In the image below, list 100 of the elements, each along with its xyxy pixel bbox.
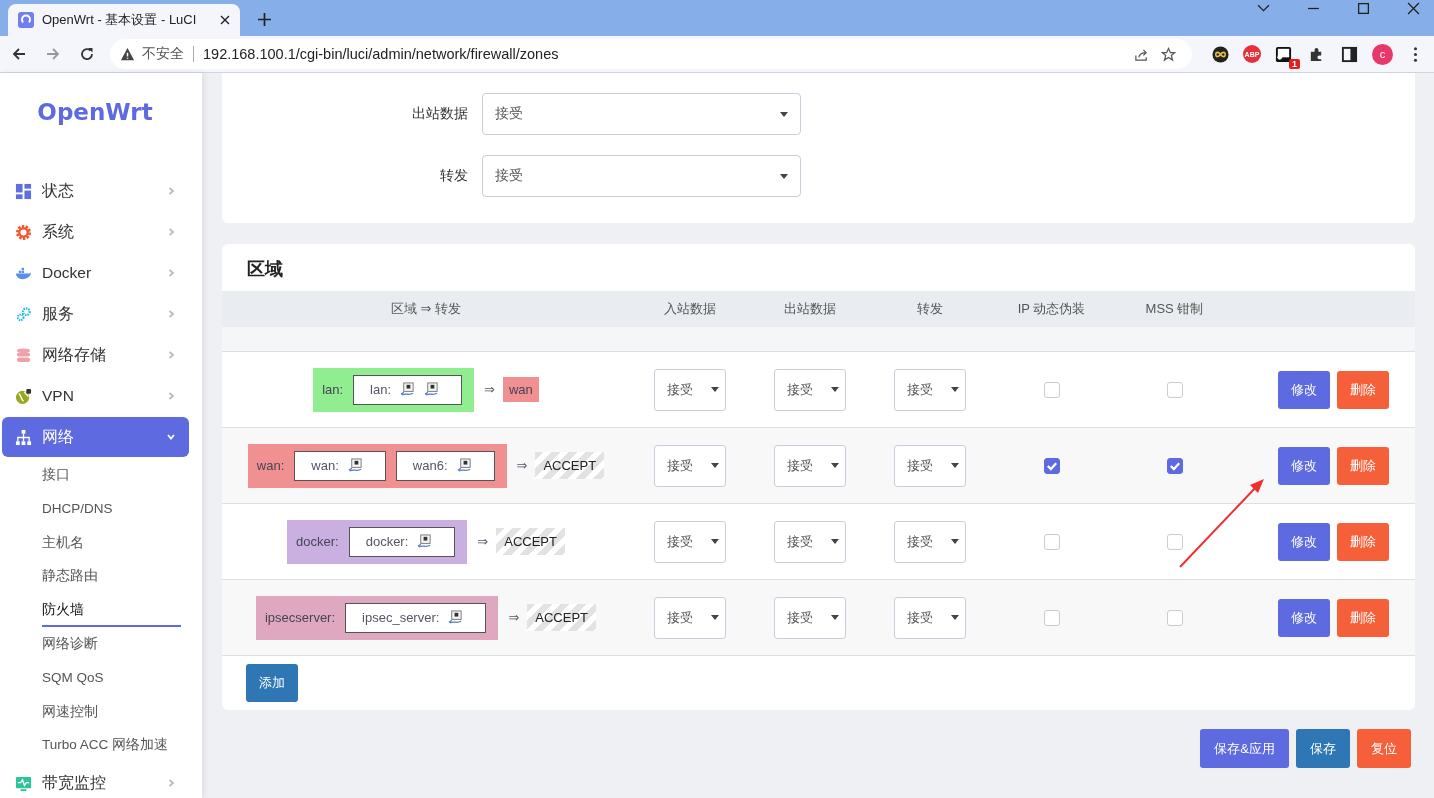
mss-clamping-checkbox[interactable]: [1166, 457, 1183, 474]
app-icon: [18, 12, 34, 28]
chevron-down-icon: [166, 432, 176, 442]
output-dropdown[interactable]: 接受: [774, 368, 846, 411]
output-dropdown[interactable]: 接受: [774, 444, 846, 487]
nav-item[interactable]: 网络: [2, 417, 189, 457]
forward-policy: ACCEPT: [527, 604, 596, 631]
star-icon[interactable]: [1161, 46, 1176, 62]
submenu-item[interactable]: 接口: [42, 458, 181, 492]
profile-avatar[interactable]: c: [1372, 43, 1393, 65]
ethernet-port-icon: [448, 610, 464, 625]
chevron-right-icon: [166, 350, 176, 360]
forward-dropdown[interactable]: 接受: [894, 520, 966, 563]
dashboard-icon: [15, 182, 32, 200]
input-dropdown[interactable]: 接受: [654, 368, 726, 411]
output-dropdown[interactable]: 接受: [774, 520, 846, 563]
section-title: 区域: [246, 258, 284, 281]
input-dropdown[interactable]: 接受: [654, 596, 726, 639]
forward-policy: ACCEPT: [535, 452, 605, 479]
gears-icon: [15, 305, 32, 323]
submenu-item[interactable]: 防火墙: [42, 593, 181, 627]
ethernet-port-icon: [400, 382, 416, 397]
database-icon: [15, 346, 32, 364]
submenu-item[interactable]: Turbo ACC 网络加速: [42, 728, 181, 763]
close-icon[interactable]: [1407, 2, 1420, 15]
input-dropdown[interactable]: 接受: [654, 444, 726, 487]
security-label: 不安全: [142, 45, 184, 63]
zone-name: docker:: [296, 534, 339, 549]
network-name: wan6:: [412, 458, 448, 473]
ethernet-port-icon: [456, 458, 472, 473]
save-button[interactable]: 保存: [1296, 729, 1350, 768]
column-header: 入站数据: [663, 300, 717, 318]
masquerading-checkbox[interactable]: [1043, 457, 1060, 474]
gear-icon: [15, 223, 32, 241]
infinity-extension-icon[interactable]: [1212, 45, 1229, 63]
new-tab-icon[interactable]: [258, 13, 271, 26]
forward-arrow: ⇒: [516, 458, 528, 473]
nav-item[interactable]: 带宽监控: [2, 763, 189, 798]
output-dropdown[interactable]: 接受: [774, 596, 846, 639]
network-name: wan:: [311, 458, 339, 473]
edit-button[interactable]: 修改: [1278, 522, 1330, 561]
field-label: 出站数据: [411, 105, 468, 123]
submenu-item[interactable]: 网速控制: [42, 694, 181, 729]
network-name: ipsec_server:: [362, 610, 440, 625]
masquerading-checkbox[interactable]: [1043, 381, 1060, 398]
mss-clamping-checkbox[interactable]: [1166, 381, 1183, 398]
extension-icon[interactable]: [1275, 45, 1292, 63]
policy-dropdown[interactable]: 接受: [482, 93, 801, 135]
forward-dropdown[interactable]: 接受: [894, 596, 966, 639]
ethernet-port-icon: [424, 382, 440, 397]
ethernet-port-icon: [417, 534, 433, 549]
forward-dropdown[interactable]: 接受: [894, 444, 966, 487]
forward-icon[interactable]: [45, 46, 61, 62]
address-bar[interactable]: 不安全 192.168.100.1/cgi-bin/luci/admin/network/firewall/zones: [110, 39, 1192, 69]
back-icon[interactable]: [11, 46, 27, 62]
side-panel-icon[interactable]: [1341, 45, 1358, 63]
chevron-right-icon: [166, 778, 176, 789]
masquerading-checkbox[interactable]: [1043, 609, 1060, 626]
globe-icon: [15, 387, 32, 405]
edit-button[interactable]: 修改: [1278, 446, 1330, 485]
nav-item[interactable]: 状态: [2, 171, 189, 211]
policy-dropdown[interactable]: 接受: [482, 155, 801, 197]
maximize-icon[interactable]: [1357, 2, 1370, 15]
warning-icon: [120, 46, 135, 62]
chevron-right-icon: [166, 309, 176, 319]
submenu-item[interactable]: 主机名: [42, 525, 181, 560]
nav-item[interactable]: Docker: [2, 253, 189, 293]
mss-clamping-checkbox[interactable]: [1166, 609, 1183, 626]
ethernet-port-icon: [347, 458, 363, 473]
submenu-item[interactable]: DHCP/DNS: [42, 491, 181, 526]
forward-arrow: ⇒: [508, 610, 520, 625]
input-dropdown[interactable]: 接受: [654, 520, 726, 563]
mss-clamping-checkbox[interactable]: [1166, 533, 1183, 550]
nav-item[interactable]: 系统: [2, 212, 189, 252]
nav-item[interactable]: VPN: [2, 376, 189, 416]
add-button[interactable]: 添加: [246, 664, 298, 702]
zone-name: wan:: [256, 458, 285, 473]
browser-tab[interactable]: OpenWrt - 基本设置 - LuCI: [8, 4, 240, 36]
close-tab-icon[interactable]: [220, 15, 230, 25]
field-label: 转发: [439, 167, 468, 185]
chevron-right-icon: [166, 227, 176, 237]
edit-button[interactable]: 修改: [1278, 598, 1330, 637]
reload-icon[interactable]: [79, 46, 95, 62]
nav-item[interactable]: 服务: [2, 294, 189, 334]
submenu-item[interactable]: 静态路由: [42, 559, 181, 594]
chevron-right-icon: [166, 268, 176, 278]
forward-dropdown[interactable]: 接受: [894, 368, 966, 411]
column-header: 区域 ⇒ 转发: [389, 300, 463, 318]
submenu-item[interactable]: 网络诊断: [42, 627, 181, 661]
url-text: 192.168.100.1/cgi-bin/luci/admin/network/firewall/zones: [203, 46, 559, 62]
submenu-item[interactable]: SQM QoS: [42, 660, 181, 695]
nav-item[interactable]: 网络存储: [2, 335, 189, 375]
forward-arrow: ⇒: [484, 382, 495, 397]
edit-button[interactable]: 修改: [1278, 370, 1330, 409]
save-apply-button[interactable]: 保存&应用: [1200, 729, 1289, 768]
forward-arrow: ⇒: [477, 534, 489, 549]
target-zone: wan: [503, 377, 539, 402]
masquerading-checkbox[interactable]: [1043, 533, 1060, 550]
tab-search-icon[interactable]: [1257, 2, 1270, 15]
network-name: docker:: [365, 534, 409, 549]
